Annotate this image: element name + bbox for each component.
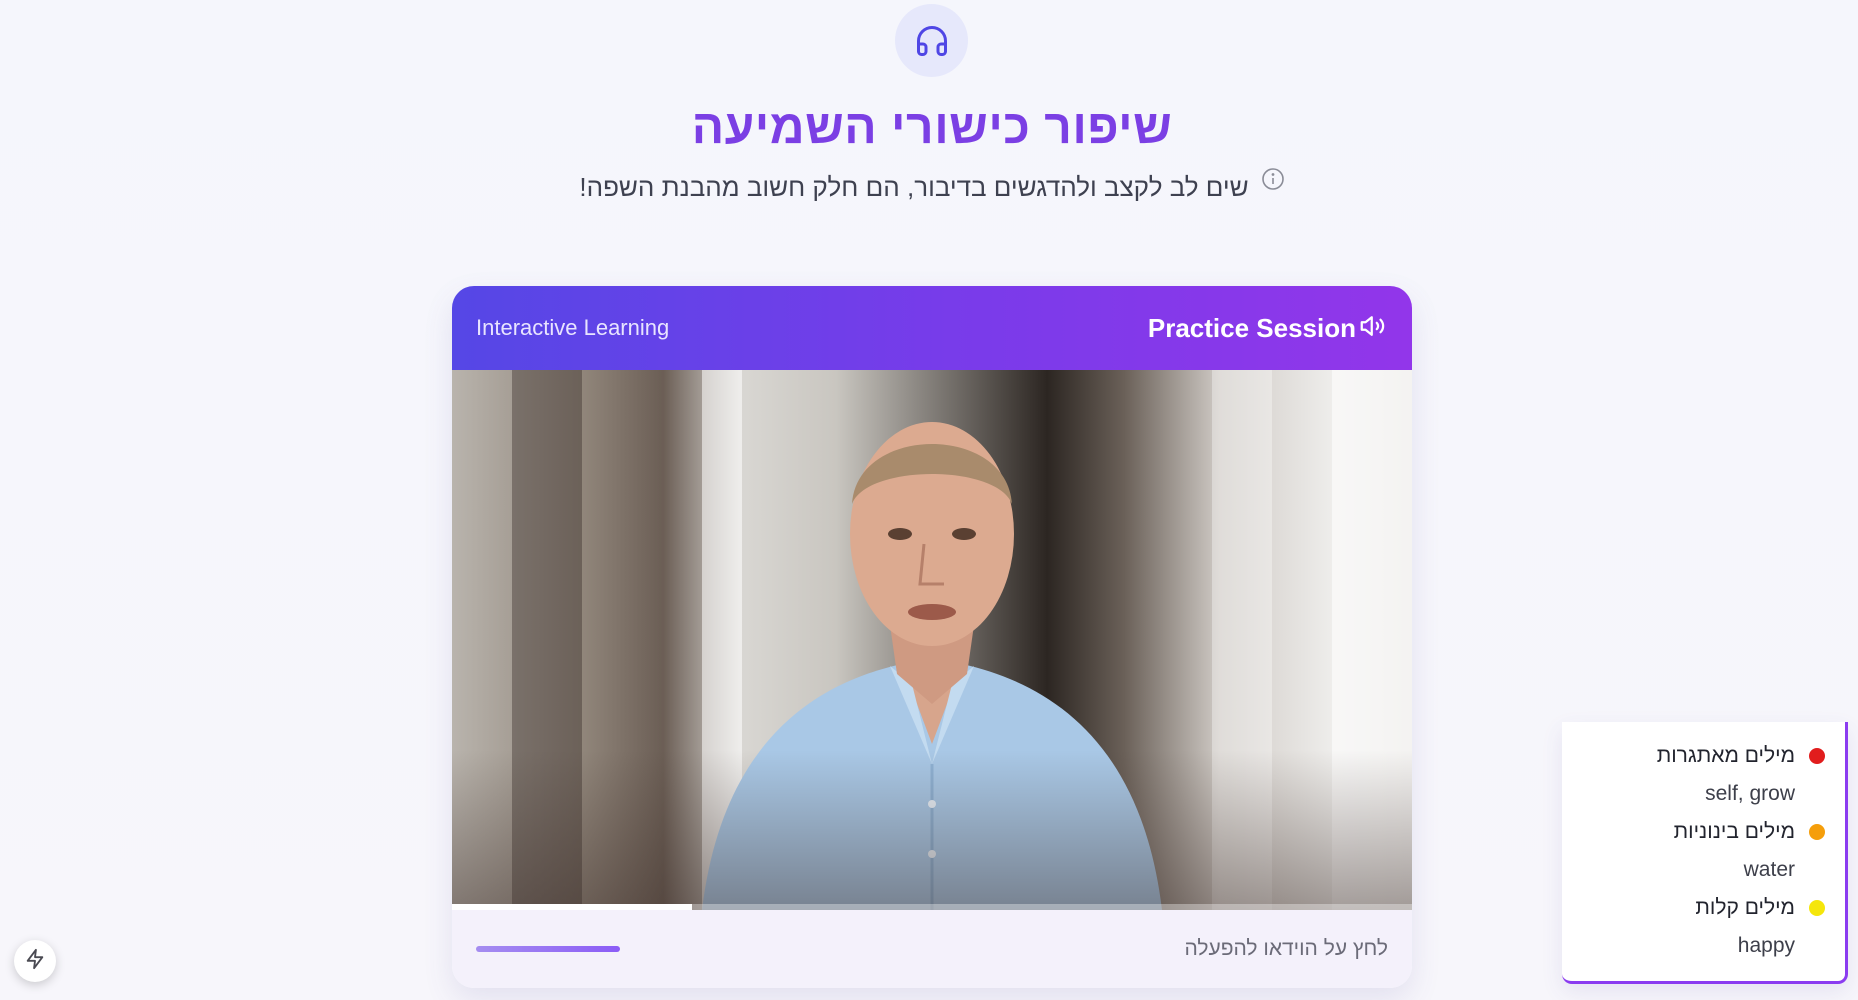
legend-words: happy [1737, 934, 1795, 957]
video-progress-bar[interactable] [452, 904, 1412, 910]
lightning-button[interactable] [14, 940, 56, 982]
page-title: שיפור כישורי השמיעה [691, 101, 1173, 154]
video-player[interactable] [452, 370, 1412, 910]
footer-accent-bar [476, 946, 620, 952]
legend-item-easy: מילים קלות happy [1582, 896, 1825, 958]
card-footer: לחץ על הוידאו להפעלה [452, 910, 1412, 988]
legend-dot-orange [1809, 824, 1825, 840]
legend-title: מילים קלות [1695, 896, 1795, 919]
legend-words: water [1743, 858, 1795, 881]
headphones-icon [895, 4, 968, 77]
card-title: Practice Session [1147, 312, 1356, 343]
speaker-icon[interactable] [1358, 311, 1388, 346]
video-background-floor [452, 750, 1412, 910]
page-subtitle: שים לב לקצב ולהדגשים בדיבור, הם חלק חשוב… [579, 172, 1249, 202]
legend-item-medium: מילים בינוניות water [1582, 820, 1825, 882]
card-header: Interactive Learning Practice Session [452, 286, 1412, 370]
difficulty-legend: מילים מאתגרות self, grow מילים בינוניות … [1562, 722, 1848, 984]
legend-dot-yellow [1809, 900, 1825, 916]
card-title-wrap: Practice Session [1148, 311, 1388, 346]
legend-title: מילים מאתגרות [1656, 744, 1795, 767]
practice-card: Interactive Learning Practice Session לח… [452, 286, 1412, 988]
video-progress-played [452, 904, 692, 910]
subtitle-row: שים לב לקצב ולהדגשים בדיבור, הם חלק חשוב… [0, 167, 1858, 203]
card-subtitle: Interactive Learning [476, 315, 670, 340]
play-hint: לחץ על הוידאו להפעלה [1184, 937, 1388, 960]
legend-words: self, grow [1705, 782, 1795, 805]
info-icon[interactable] [1261, 167, 1285, 191]
legend-item-challenging: מילים מאתגרות self, grow [1582, 744, 1825, 806]
legend-dot-red [1809, 748, 1825, 764]
lightning-icon [24, 948, 46, 975]
legend-title: מילים בינוניות [1673, 820, 1795, 843]
